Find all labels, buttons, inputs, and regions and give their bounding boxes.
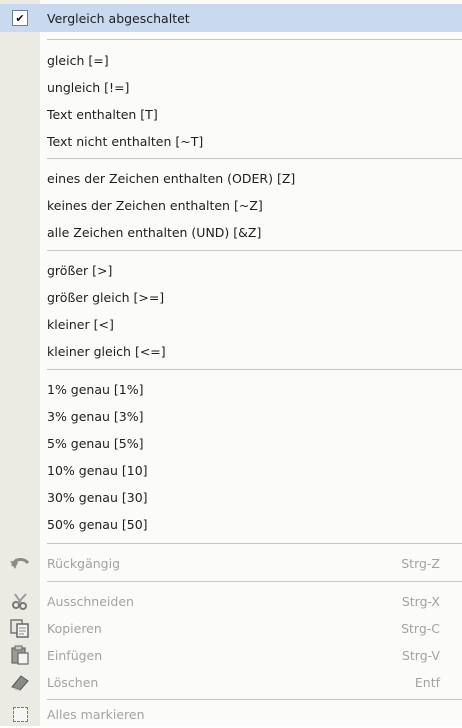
menu-item-not-contains-text[interactable]: Text nicht enthalten [~T] [0,127,462,155]
separator [47,543,462,544]
separator [47,39,462,40]
undo-icon [0,549,40,577]
menu-item-paste[interactable]: Einfügen Strg-V [0,641,462,669]
separator [47,699,462,700]
menu-item-undo[interactable]: Rückgängig Strg-Z [0,549,462,577]
separator [47,369,462,370]
menu-item-label: Text nicht enthalten [~T] [47,133,204,149]
menu-item-equal[interactable]: gleich [=] [0,46,462,74]
shortcut-label: Entf [414,674,440,690]
scissors-icon [0,587,40,615]
shortcut-label: Strg-C [401,620,440,636]
menu-item-precision-50[interactable]: 50% genau [50] [0,510,462,538]
separator [47,250,462,251]
separator [47,581,462,582]
menu-item-no-char[interactable]: keines der Zeichen enthalten [~Z] [0,191,462,219]
menu-item-delete[interactable]: Löschen Entf [0,668,462,696]
menu-item-label: Einfügen [47,647,103,663]
menu-item-greater[interactable]: größer [>] [0,256,462,284]
separator [47,158,462,159]
menu-item-label: 1% genau [1%] [47,381,144,397]
menu-item-label: Löschen [47,674,99,690]
menu-item-label: 5% genau [5%] [47,435,144,451]
menu-item-label: Kopieren [47,620,102,636]
check-icon: ✔ [0,4,40,32]
menu-item-label: größer [>] [47,262,113,278]
shortcut-label: Strg-Z [401,555,440,571]
menu-item-label: eines der Zeichen enthalten (ODER) [Z] [47,170,296,186]
shortcut-label: Strg-V [401,647,440,663]
eraser-icon [0,668,40,696]
menu-item-label: ungleich [!=] [47,79,130,95]
menu-item-less-equal[interactable]: kleiner gleich [<=] [0,337,462,365]
menu-item-label: 3% genau [3%] [47,408,144,424]
select-all-icon [0,700,40,728]
menu-item-compare-off[interactable]: ✔ Vergleich abgeschaltet [0,4,462,32]
menu-item-contains-text[interactable]: Text enthalten [T] [0,100,462,128]
menu-item-label: Alles markieren [47,706,145,722]
shortcut-label: Strg-X [401,593,440,609]
menu-item-greater-equal[interactable]: größer gleich [>=] [0,283,462,311]
menu-item-precision-10[interactable]: 10% genau [10] [0,456,462,484]
menu-item-label: Vergleich abgeschaltet [47,10,190,26]
context-menu: ✔ Vergleich abgeschaltet gleich [=] ungl… [0,0,462,726]
menu-item-precision-30[interactable]: 30% genau [30] [0,483,462,511]
menu-item-label: 50% genau [50] [47,516,148,532]
paste-icon [0,641,40,669]
menu-item-label: keines der Zeichen enthalten [~Z] [47,197,263,213]
menu-item-not-equal[interactable]: ungleich [!=] [0,73,462,101]
menu-item-label: kleiner gleich [<=] [47,343,166,359]
menu-item-label: Ausschneiden [47,593,134,609]
menu-item-precision-3[interactable]: 3% genau [3%] [0,402,462,430]
menu-item-label: kleiner [<] [47,316,114,332]
menu-item-select-all[interactable]: Alles markieren [0,702,462,726]
menu-item-any-char[interactable]: eines der Zeichen enthalten (ODER) [Z] [0,164,462,192]
menu-item-label: 10% genau [10] [47,462,148,478]
copy-icon [0,614,40,642]
menu-item-copy[interactable]: Kopieren Strg-C [0,614,462,642]
menu-item-label: alle Zeichen enthalten (UND) [&Z] [47,224,262,240]
menu-item-precision-1[interactable]: 1% genau [1%] [0,375,462,403]
menu-item-label: gleich [=] [47,52,109,68]
menu-item-less[interactable]: kleiner [<] [0,310,462,338]
menu-item-precision-5[interactable]: 5% genau [5%] [0,429,462,457]
menu-item-label: Rückgängig [47,555,121,571]
menu-item-label: größer gleich [>=] [47,289,165,305]
menu-item-all-chars[interactable]: alle Zeichen enthalten (UND) [&Z] [0,218,462,246]
menu-item-cut[interactable]: Ausschneiden Strg-X [0,587,462,615]
menu-item-label: Text enthalten [T] [47,106,158,122]
menu-item-label: 30% genau [30] [47,489,148,505]
